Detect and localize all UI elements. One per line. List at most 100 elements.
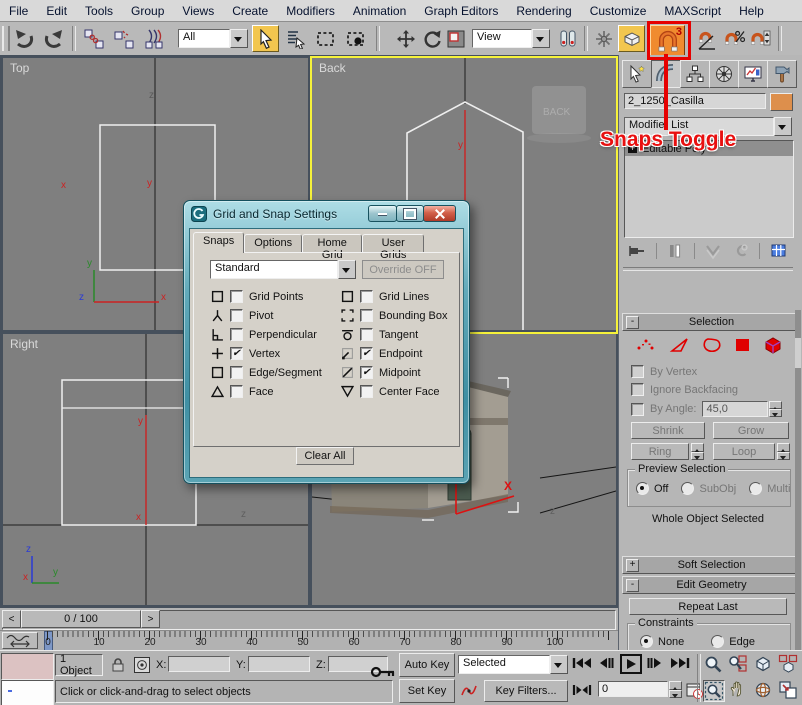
key-filters-button[interactable]: Key Filters... — [484, 680, 568, 702]
zoom-button[interactable] — [703, 654, 723, 674]
by-vertex-checkbox[interactable] — [631, 365, 644, 378]
tab-motion[interactable] — [709, 60, 739, 88]
select-scale-button[interactable] — [442, 25, 469, 52]
tab-display[interactable] — [738, 60, 768, 88]
next-frame-button[interactable] — [647, 657, 663, 669]
dropdown-arrow-icon[interactable] — [532, 29, 550, 48]
use-center-button[interactable] — [554, 25, 581, 52]
current-frame-field[interactable] — [598, 681, 668, 697]
key-selection-dropdown[interactable]: Selected — [458, 655, 568, 674]
tab-utilities[interactable] — [767, 60, 797, 88]
tab-create[interactable] — [622, 60, 652, 88]
shrink-button[interactable]: Shrink — [631, 422, 705, 439]
toolbar-grip[interactable] — [2, 26, 10, 51]
constraint-none-radio[interactable] — [640, 635, 653, 648]
edge-subobject-icon[interactable] — [669, 337, 691, 353]
clear-all-button[interactable]: Clear All — [296, 447, 354, 465]
make-unique-icon[interactable] — [704, 242, 722, 260]
time-slider-next-button[interactable]: > — [141, 610, 160, 628]
menu-group[interactable]: Group — [122, 4, 173, 18]
set-key-button[interactable]: Set Key — [399, 679, 455, 703]
time-config-icon[interactable] — [686, 682, 704, 700]
close-button[interactable] — [423, 205, 456, 222]
element-subobject-icon[interactable] — [763, 336, 783, 354]
vertex-subobject-icon[interactable] — [635, 337, 657, 353]
selection-filter-dropdown[interactable]: All — [178, 29, 248, 48]
border-subobject-icon[interactable] — [702, 337, 722, 353]
trackbar-mode-button[interactable] — [2, 632, 38, 649]
grid-points-checkbox[interactable] — [230, 290, 243, 303]
menu-graph-editors[interactable]: Graph Editors — [415, 4, 507, 18]
by-angle-field[interactable] — [702, 401, 768, 417]
zoom-region-button[interactable] — [703, 680, 725, 702]
modifier-stack[interactable]: + Editable Poly — [624, 140, 794, 238]
tab-options[interactable]: Options — [244, 234, 302, 253]
dropdown-arrow-icon[interactable] — [774, 117, 792, 136]
spinner-snap-button[interactable] — [746, 25, 773, 52]
percent-snap-button[interactable] — [720, 25, 747, 52]
remove-modifier-icon[interactable] — [732, 242, 750, 260]
endpoint-checkbox[interactable]: ✔ — [360, 347, 373, 360]
polygon-subobject-icon[interactable] — [734, 337, 752, 353]
go-to-end-button[interactable] — [670, 657, 690, 669]
edge-segment-checkbox[interactable] — [230, 366, 243, 379]
ignore-backfacing-checkbox[interactable] — [631, 383, 644, 396]
menu-maxscript[interactable]: MAXScript — [655, 4, 730, 18]
preview-off-radio[interactable] — [636, 482, 649, 495]
by-angle-checkbox[interactable] — [631, 403, 644, 416]
repeat-last-button[interactable]: Repeat Last — [629, 598, 787, 615]
by-angle-spinner[interactable] — [769, 401, 782, 417]
override-off-button[interactable]: Override OFF — [362, 260, 444, 279]
bind-spacewarp-button[interactable] — [140, 25, 167, 52]
pivot-checkbox[interactable] — [230, 309, 243, 322]
play-button[interactable] — [620, 654, 642, 674]
y-coord-field[interactable] — [248, 656, 310, 672]
unlink-button[interactable] — [110, 25, 137, 52]
bounding-box-checkbox[interactable] — [360, 309, 373, 322]
menu-create[interactable]: Create — [223, 4, 277, 18]
reference-coordinate-dropdown[interactable]: View — [472, 29, 550, 48]
snap-preset-dropdown[interactable]: Standard — [210, 260, 356, 279]
selection-rollout-header[interactable]: - Selection — [622, 313, 796, 331]
collapse-icon[interactable]: - — [626, 579, 639, 592]
collapse-icon[interactable]: - — [626, 316, 639, 329]
dropdown-arrow-icon[interactable] — [550, 655, 568, 674]
zoom-extents-all-button[interactable] — [778, 654, 798, 674]
configure-modifier-sets-icon[interactable] — [770, 242, 788, 260]
time-slider-knob[interactable]: 0 / 100 — [21, 610, 141, 628]
midpoint-checkbox[interactable]: ✔ — [360, 366, 373, 379]
redo-button[interactable] — [40, 25, 67, 52]
previous-frame-button[interactable] — [598, 657, 614, 669]
pin-stack-icon[interactable] — [628, 242, 646, 260]
grow-button[interactable]: Grow — [713, 422, 789, 439]
select-manipulate-button[interactable] — [590, 25, 617, 52]
expand-icon[interactable]: + — [626, 559, 639, 572]
tab-snaps[interactable]: Snaps — [193, 232, 244, 253]
select-object-button[interactable] — [252, 25, 279, 52]
time-slider-prev-button[interactable]: < — [2, 610, 21, 628]
show-end-result-icon[interactable] — [666, 242, 684, 260]
object-color-swatch[interactable] — [770, 93, 793, 111]
arc-rotate-button[interactable] — [753, 680, 773, 700]
undo-button[interactable] — [10, 25, 37, 52]
center-face-checkbox[interactable] — [360, 385, 373, 398]
window-crossing-button[interactable] — [342, 25, 369, 52]
dropdown-arrow-icon[interactable] — [338, 260, 356, 279]
soft-selection-rollout-header[interactable]: + Soft Selection — [622, 556, 796, 574]
select-link-button[interactable] — [80, 25, 107, 52]
min-max-toggle-button[interactable] — [778, 680, 798, 700]
keyboard-override-button[interactable] — [618, 25, 645, 52]
menu-tools[interactable]: Tools — [76, 4, 122, 18]
menu-edit[interactable]: Edit — [37, 4, 76, 18]
pan-button[interactable] — [728, 680, 748, 700]
absolute-mode-icon[interactable] — [133, 656, 151, 674]
menu-rendering[interactable]: Rendering — [507, 4, 580, 18]
macro-recorder-pane[interactable] — [1, 653, 54, 680]
menu-animation[interactable]: Animation — [344, 4, 415, 18]
preview-multi-radio[interactable] — [749, 482, 762, 495]
edit-geometry-rollout-header[interactable]: - Edit Geometry — [622, 576, 796, 594]
tangent-checkbox[interactable] — [360, 328, 373, 341]
set-key-mode-icon[interactable] — [460, 682, 478, 700]
auto-key-button[interactable]: Auto Key — [399, 653, 455, 677]
ring-spinner[interactable] — [691, 443, 704, 460]
